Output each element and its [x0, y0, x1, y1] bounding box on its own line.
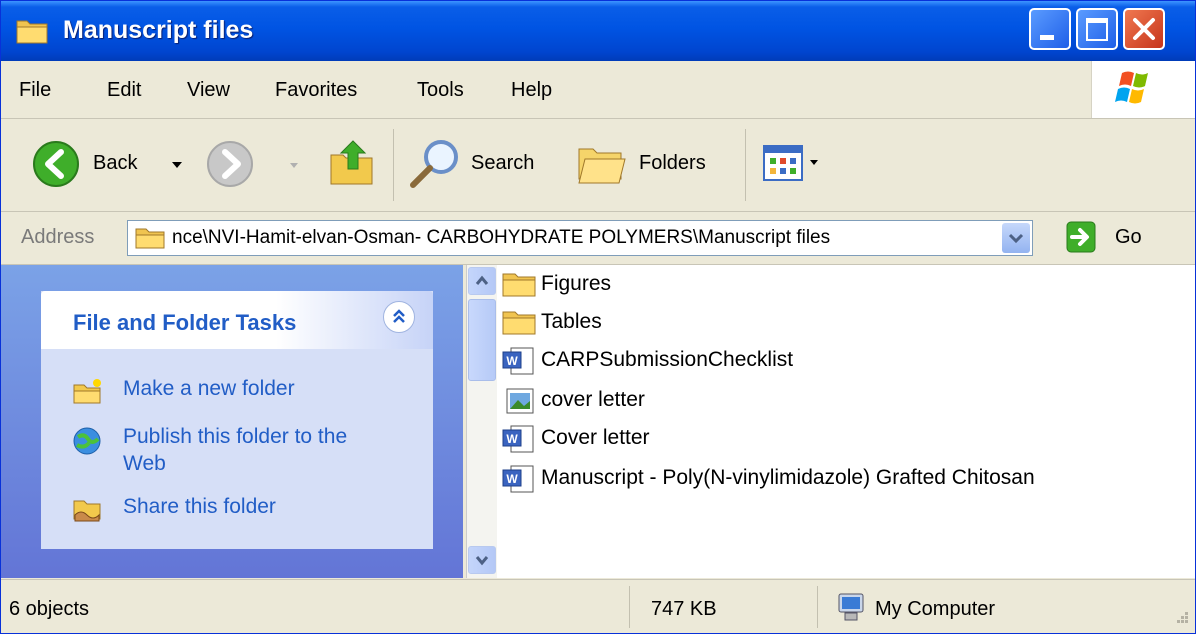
- file-folder-tasks-panel: File and Folder Tasks Make a new folder …: [41, 291, 433, 549]
- go-button[interactable]: Go: [1115, 226, 1142, 249]
- toolbar-separator: [393, 129, 394, 201]
- folders-button[interactable]: Folders: [575, 137, 735, 191]
- scroll-thumb[interactable]: [468, 299, 496, 381]
- chevron-up-icon: [475, 275, 489, 285]
- back-label: Back: [93, 152, 138, 174]
- publish-web-icon: [73, 427, 101, 455]
- panel-header[interactable]: File and Folder Tasks: [41, 291, 433, 349]
- forward-arrow-icon: [207, 141, 253, 187]
- maximize-button[interactable]: [1076, 8, 1118, 50]
- object-count: 6 objects: [9, 598, 90, 620]
- word-document-icon: W: [502, 465, 534, 493]
- image-file-icon: [506, 388, 534, 414]
- panel-title: File and Folder Tasks: [73, 310, 297, 335]
- vertical-scrollbar[interactable]: [466, 265, 497, 578]
- chevron-down-icon: [475, 556, 489, 566]
- title-bar[interactable]: Manuscript files: [1, 1, 1195, 61]
- window-title: Manuscript files: [63, 16, 254, 44]
- folders-icon: [578, 148, 626, 184]
- minimize-button[interactable]: [1029, 8, 1071, 50]
- total-size: 747 KB: [651, 598, 717, 620]
- close-icon: [1133, 18, 1155, 40]
- task-pane: File and Folder Tasks Make a new folder …: [1, 265, 463, 578]
- standard-toolbar: Back Search Folders: [1, 119, 1195, 212]
- file-name: CARPSubmissionChecklist: [541, 348, 794, 371]
- address-path: nce\NVI-Hamit-elvan-Osman- CARBOHYDRATE …: [172, 227, 831, 248]
- search-button[interactable]: Search: [405, 137, 557, 191]
- folder-icon: [135, 228, 165, 249]
- status-separator: [817, 586, 818, 628]
- close-button[interactable]: [1123, 8, 1165, 50]
- my-computer-icon: [838, 593, 864, 621]
- views-button[interactable]: [763, 145, 839, 185]
- address-label: Address: [21, 226, 95, 248]
- svg-text:W: W: [506, 472, 518, 486]
- menu-view[interactable]: View: [187, 79, 230, 102]
- search-label: Search: [471, 152, 535, 174]
- address-dropdown-button[interactable]: [1002, 223, 1030, 253]
- folder-icon: [16, 20, 48, 44]
- menu-file[interactable]: File: [19, 79, 51, 102]
- chevron-down-icon: [172, 162, 182, 168]
- make-new-folder-link[interactable]: Make a new folder: [123, 377, 295, 401]
- back-arrow-icon: [33, 141, 79, 187]
- file-name: Manuscript - Poly(N-vinylimidazole) Graf…: [541, 466, 1035, 489]
- resize-grip-icon[interactable]: [1169, 608, 1191, 630]
- menu-tools[interactable]: Tools: [417, 79, 464, 102]
- chevron-down-icon: [1008, 233, 1024, 244]
- menu-help[interactable]: Help: [511, 79, 552, 102]
- windows-flag-icon: [1115, 71, 1148, 104]
- folder-icon: [502, 311, 536, 335]
- menu-bar: File Edit View Favorites Tools Help: [1, 61, 1195, 119]
- status-separator: [629, 586, 630, 628]
- svg-text:W: W: [506, 354, 518, 368]
- file-name: cover letter: [541, 388, 645, 411]
- chevron-down-icon: [290, 163, 298, 168]
- menu-favorites[interactable]: Favorites: [275, 79, 357, 102]
- new-folder-icon: [73, 379, 101, 404]
- explorer-window: Manuscript files File Edit View Favorite…: [0, 0, 1196, 634]
- back-button[interactable]: Back: [31, 139, 191, 189]
- scroll-up-button[interactable]: [468, 267, 496, 295]
- share-folder-icon: [73, 500, 101, 522]
- file-name: Cover letter: [541, 426, 650, 449]
- address-input[interactable]: nce\NVI-Hamit-elvan-Osman- CARBOHYDRATE …: [127, 220, 1033, 256]
- menu-edit[interactable]: Edit: [107, 79, 141, 102]
- forward-button[interactable]: [205, 139, 301, 189]
- toolbar-separator: [745, 129, 746, 201]
- word-document-icon: W: [502, 347, 534, 375]
- file-name: Tables: [541, 310, 602, 333]
- folder-icon: [502, 273, 536, 297]
- scroll-down-button[interactable]: [468, 546, 496, 574]
- publish-folder-link[interactable]: Publish this folder to the Web: [123, 423, 393, 477]
- go-arrow-icon[interactable]: [1066, 220, 1096, 254]
- windows-logo: [1091, 61, 1195, 118]
- file-list: Figures Tables W CARPSubmissionChecklist: [497, 265, 1195, 578]
- double-chevron-up-icon: [393, 309, 405, 323]
- folders-label: Folders: [639, 152, 706, 174]
- search-icon: [410, 140, 458, 188]
- svg-text:W: W: [506, 432, 518, 446]
- views-icon: [763, 145, 803, 181]
- word-document-icon: W: [502, 425, 534, 453]
- address-bar: Address nce\NVI-Hamit-elvan-Osman- CARBO…: [1, 212, 1195, 265]
- up-folder-icon[interactable]: [327, 135, 377, 189]
- share-folder-link[interactable]: Share this folder: [123, 495, 276, 519]
- collapse-button[interactable]: [383, 301, 415, 333]
- location-zone: My Computer: [875, 598, 996, 620]
- file-name: Figures: [541, 272, 612, 295]
- status-bar: 6 objects 747 KB My Computer: [1, 579, 1195, 633]
- chevron-down-icon: [810, 160, 818, 165]
